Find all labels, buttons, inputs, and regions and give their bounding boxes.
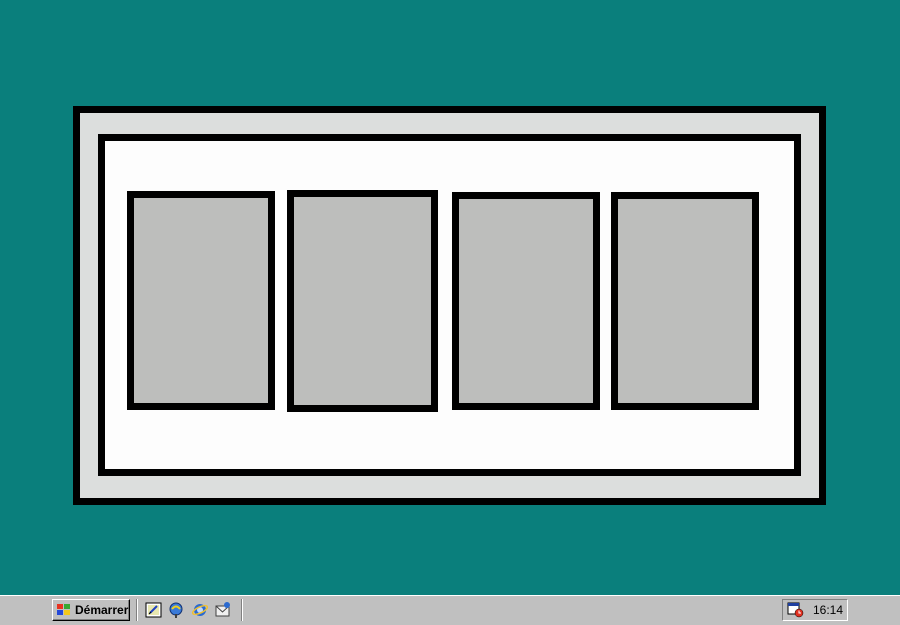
card-slot-1[interactable] bbox=[127, 191, 275, 410]
scheduler-icon[interactable] bbox=[787, 602, 805, 618]
windows-logo-icon bbox=[57, 604, 70, 615]
card-slot-4[interactable] bbox=[611, 192, 759, 410]
outlook-express-icon[interactable] bbox=[214, 601, 232, 619]
card-window bbox=[73, 106, 826, 505]
channels-icon[interactable] bbox=[168, 601, 186, 619]
taskbar-separator bbox=[241, 599, 243, 621]
desktop bbox=[0, 0, 900, 595]
taskbar: Démarrer 16:14 bbox=[0, 595, 900, 625]
taskbar-separator bbox=[136, 599, 138, 621]
card-slot-3[interactable] bbox=[452, 192, 600, 410]
clock[interactable]: 16:14 bbox=[813, 603, 843, 617]
card-slot-2[interactable] bbox=[287, 190, 438, 412]
window-gray-border bbox=[80, 113, 819, 498]
card-area bbox=[105, 141, 794, 469]
system-tray: 16:14 bbox=[782, 599, 848, 621]
start-button[interactable]: Démarrer bbox=[52, 599, 130, 621]
show-desktop-icon[interactable] bbox=[145, 601, 163, 619]
internet-explorer-icon[interactable] bbox=[191, 601, 209, 619]
window-inner-border bbox=[98, 134, 801, 476]
start-label: Démarrer bbox=[75, 603, 129, 617]
